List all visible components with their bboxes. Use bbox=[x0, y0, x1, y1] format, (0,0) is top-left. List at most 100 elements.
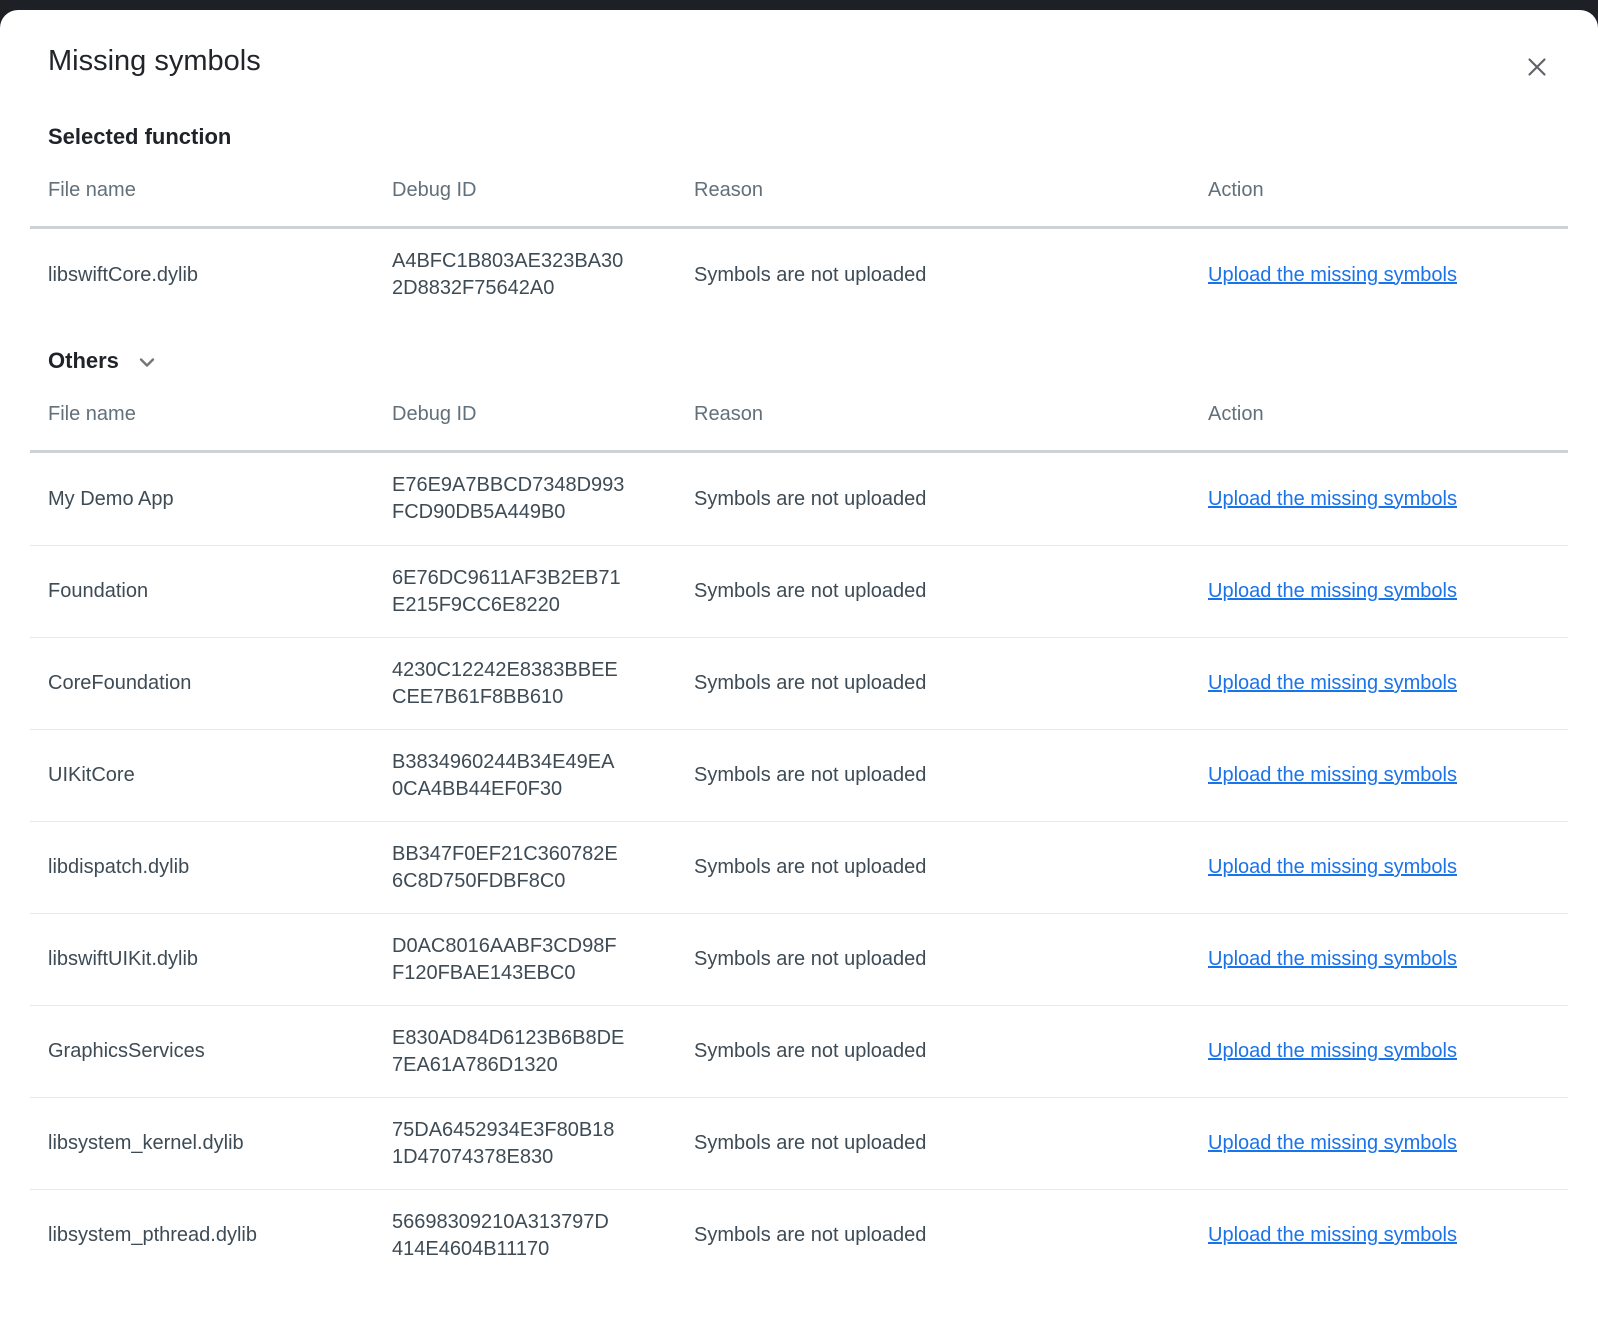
debug-id-line-2: 414E4604B11170 bbox=[392, 1236, 694, 1263]
column-header-action: Action bbox=[1208, 402, 1568, 426]
reason-cell: Symbols are not uploaded bbox=[694, 670, 1208, 697]
column-header-debug-id: Debug ID bbox=[392, 178, 694, 202]
upload-missing-symbols-link[interactable]: Upload the missing symbols bbox=[1208, 764, 1457, 786]
upload-missing-symbols-link[interactable]: Upload the missing symbols bbox=[1208, 580, 1457, 602]
debug-id-line-1: 4230C12242E8383BBEE bbox=[392, 657, 694, 684]
file-name-cell: libsystem_kernel.dylib bbox=[30, 1130, 392, 1157]
reason-cell: Symbols are not uploaded bbox=[694, 262, 1208, 289]
debug-id-cell: BB347F0EF21C360782E 6C8D750FDBF8C0 bbox=[392, 841, 694, 895]
table-row: UIKitCore B3834960244B34E49EA 0CA4BB44EF… bbox=[30, 729, 1568, 821]
reason-cell: Symbols are not uploaded bbox=[694, 946, 1208, 973]
debug-id-line-2: 2D8832F75642A0 bbox=[392, 275, 694, 302]
file-name-cell: libsystem_pthread.dylib bbox=[30, 1222, 392, 1249]
file-name-cell: UIKitCore bbox=[30, 762, 392, 789]
debug-id-cell: 75DA6452934E3F80B18 1D47074378E830 bbox=[392, 1117, 694, 1171]
file-name-cell: GraphicsServices bbox=[30, 1038, 392, 1065]
debug-id-line-2: 7EA61A786D1320 bbox=[392, 1052, 694, 1079]
upload-missing-symbols-link[interactable]: Upload the missing symbols bbox=[1208, 488, 1457, 510]
debug-id-line-2: 1D47074378E830 bbox=[392, 1144, 694, 1171]
column-header-reason: Reason bbox=[694, 402, 1208, 426]
selected-function-table: File name Debug ID Reason Action libswif… bbox=[30, 178, 1568, 321]
reason-cell: Symbols are not uploaded bbox=[694, 578, 1208, 605]
debug-id-cell: 56698309210A313797D 414E4604B11170 bbox=[392, 1209, 694, 1263]
table-row: GraphicsServices E830AD84D6123B6B8DE 7EA… bbox=[30, 1005, 1568, 1097]
file-name-cell: libswiftCore.dylib bbox=[30, 262, 392, 289]
debug-id-line-1: D0AC8016AABF3CD98F bbox=[392, 933, 694, 960]
table-row: Foundation 6E76DC9611AF3B2EB71 E215F9CC6… bbox=[30, 545, 1568, 637]
debug-id-cell: B3834960244B34E49EA 0CA4BB44EF0F30 bbox=[392, 749, 694, 803]
upload-missing-symbols-link[interactable]: Upload the missing symbols bbox=[1208, 948, 1457, 970]
reason-cell: Symbols are not uploaded bbox=[694, 762, 1208, 789]
close-button[interactable] bbox=[1516, 46, 1558, 88]
debug-id-line-1: B3834960244B34E49EA bbox=[392, 749, 694, 776]
table-header-row: File name Debug ID Reason Action bbox=[30, 402, 1568, 453]
reason-cell: Symbols are not uploaded bbox=[694, 1222, 1208, 1249]
action-cell: Upload the missing symbols bbox=[1208, 578, 1568, 605]
upload-missing-symbols-link[interactable]: Upload the missing symbols bbox=[1208, 856, 1457, 878]
debug-id-line-2: F120FBAE143EBC0 bbox=[392, 960, 694, 987]
upload-missing-symbols-link[interactable]: Upload the missing symbols bbox=[1208, 264, 1457, 286]
debug-id-line-1: 6E76DC9611AF3B2EB71 bbox=[392, 565, 694, 592]
table-header-row: File name Debug ID Reason Action bbox=[30, 178, 1568, 229]
table-row: My Demo App E76E9A7BBCD7348D993 FCD90DB5… bbox=[30, 453, 1568, 545]
debug-id-cell: 4230C12242E8383BBEE CEE7B61F8BB610 bbox=[392, 657, 694, 711]
dialog-title: Missing symbols bbox=[48, 44, 1550, 78]
debug-id-line-2: 6C8D750FDBF8C0 bbox=[392, 868, 694, 895]
debug-id-line-2: 0CA4BB44EF0F30 bbox=[392, 776, 694, 803]
dialog-header: Missing symbols bbox=[0, 10, 1598, 78]
action-cell: Upload the missing symbols bbox=[1208, 486, 1568, 513]
action-cell: Upload the missing symbols bbox=[1208, 1038, 1568, 1065]
action-cell: Upload the missing symbols bbox=[1208, 946, 1568, 973]
section-label-selected-function: Selected function bbox=[48, 124, 231, 150]
upload-missing-symbols-link[interactable]: Upload the missing symbols bbox=[1208, 1224, 1457, 1246]
close-icon bbox=[1522, 52, 1552, 82]
action-cell: Upload the missing symbols bbox=[1208, 262, 1568, 289]
upload-missing-symbols-link[interactable]: Upload the missing symbols bbox=[1208, 1132, 1457, 1154]
column-header-reason: Reason bbox=[694, 178, 1208, 202]
debug-id-line-1: E76E9A7BBCD7348D993 bbox=[392, 472, 694, 499]
section-toggle-others[interactable]: Others bbox=[48, 347, 159, 374]
table-row: libsystem_pthread.dylib 56698309210A3137… bbox=[30, 1189, 1568, 1281]
table-row: libswiftUIKit.dylib D0AC8016AABF3CD98F F… bbox=[30, 913, 1568, 1005]
debug-id-line-2: FCD90DB5A449B0 bbox=[392, 499, 694, 526]
missing-symbols-dialog: Missing symbols Selected function File n… bbox=[0, 10, 1598, 1328]
debug-id-line-1: E830AD84D6123B6B8DE bbox=[392, 1025, 694, 1052]
debug-id-line-2: E215F9CC6E8220 bbox=[392, 592, 694, 619]
others-table: File name Debug ID Reason Action My Demo… bbox=[30, 402, 1568, 1281]
debug-id-cell: D0AC8016AABF3CD98F F120FBAE143EBC0 bbox=[392, 933, 694, 987]
table-row: libsystem_kernel.dylib 75DA6452934E3F80B… bbox=[30, 1097, 1568, 1189]
chevron-down-icon bbox=[135, 350, 159, 374]
table-row: libdispatch.dylib BB347F0EF21C360782E 6C… bbox=[30, 821, 1568, 913]
action-cell: Upload the missing symbols bbox=[1208, 762, 1568, 789]
column-header-action: Action bbox=[1208, 178, 1568, 202]
file-name-cell: Foundation bbox=[30, 578, 392, 605]
debug-id-cell: A4BFC1B803AE323BA30 2D8832F75642A0 bbox=[392, 248, 694, 302]
debug-id-cell: 6E76DC9611AF3B2EB71 E215F9CC6E8220 bbox=[392, 565, 694, 619]
upload-missing-symbols-link[interactable]: Upload the missing symbols bbox=[1208, 1040, 1457, 1062]
reason-cell: Symbols are not uploaded bbox=[694, 854, 1208, 881]
column-header-file-name: File name bbox=[30, 178, 392, 202]
reason-cell: Symbols are not uploaded bbox=[694, 1130, 1208, 1157]
reason-cell: Symbols are not uploaded bbox=[694, 486, 1208, 513]
section-label-others: Others bbox=[48, 348, 119, 374]
action-cell: Upload the missing symbols bbox=[1208, 670, 1568, 697]
debug-id-line-1: A4BFC1B803AE323BA30 bbox=[392, 248, 694, 275]
action-cell: Upload the missing symbols bbox=[1208, 854, 1568, 881]
debug-id-line-1: BB347F0EF21C360782E bbox=[392, 841, 694, 868]
table-row: CoreFoundation 4230C12242E8383BBEE CEE7B… bbox=[30, 637, 1568, 729]
debug-id-line-1: 75DA6452934E3F80B18 bbox=[392, 1117, 694, 1144]
file-name-cell: libswiftUIKit.dylib bbox=[30, 946, 392, 973]
column-header-file-name: File name bbox=[30, 402, 392, 426]
file-name-cell: libdispatch.dylib bbox=[30, 854, 392, 881]
debug-id-cell: E830AD84D6123B6B8DE 7EA61A786D1320 bbox=[392, 1025, 694, 1079]
upload-missing-symbols-link[interactable]: Upload the missing symbols bbox=[1208, 672, 1457, 694]
column-header-debug-id: Debug ID bbox=[392, 402, 694, 426]
debug-id-line-2: CEE7B61F8BB610 bbox=[392, 684, 694, 711]
action-cell: Upload the missing symbols bbox=[1208, 1130, 1568, 1157]
debug-id-cell: E76E9A7BBCD7348D993 FCD90DB5A449B0 bbox=[392, 472, 694, 526]
action-cell: Upload the missing symbols bbox=[1208, 1222, 1568, 1249]
reason-cell: Symbols are not uploaded bbox=[694, 1038, 1208, 1065]
file-name-cell: My Demo App bbox=[30, 486, 392, 513]
file-name-cell: CoreFoundation bbox=[30, 670, 392, 697]
debug-id-line-1: 56698309210A313797D bbox=[392, 1209, 694, 1236]
